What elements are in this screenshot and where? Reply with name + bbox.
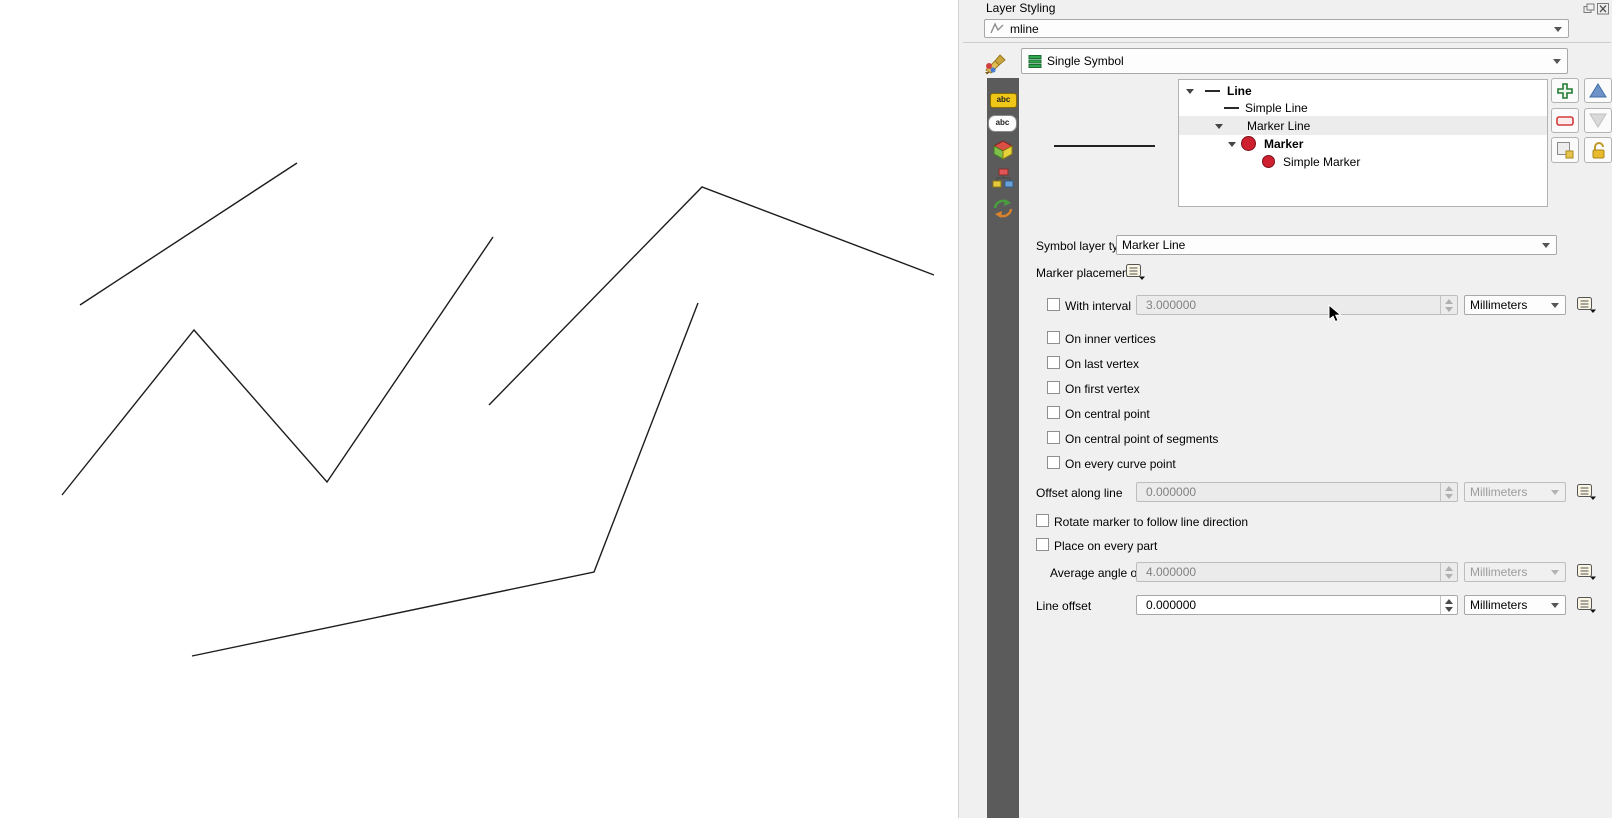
separator [963, 42, 1611, 43]
expander-icon[interactable] [1186, 89, 1194, 94]
renderer-selector[interactable]: Single Symbol [1021, 48, 1568, 74]
duplicate-symbol-layer-button[interactable] [1551, 137, 1579, 163]
map-line-feature [80, 163, 297, 305]
with-interval-unit-select[interactable]: Millimeters [1464, 295, 1566, 315]
lock-open-icon [1590, 142, 1607, 159]
line-offset-input[interactable]: 0.000000 [1136, 595, 1458, 615]
placement-data-defined-icon[interactable] [1122, 263, 1148, 281]
rotate-marker-checkbox[interactable] [1036, 514, 1049, 527]
spinner-buttons[interactable] [1440, 596, 1457, 614]
average-angle-data-defined-icon[interactable] [1573, 563, 1599, 581]
tree-row-simple-marker[interactable]: Simple Marker [1179, 153, 1547, 171]
offset-along-line-input[interactable]: 0.000000 [1136, 482, 1458, 502]
place-on-every-part-checkbox[interactable] [1036, 538, 1049, 551]
on-inner-vertices-checkbox[interactable] [1047, 331, 1060, 344]
marker-symbol-icon [1262, 155, 1275, 168]
line-symbol-icon [1224, 107, 1239, 109]
line-offset-unit-select[interactable]: Millimeters [1464, 595, 1566, 615]
average-angle-unit-select[interactable]: Millimeters [1464, 562, 1566, 582]
3d-view-icon[interactable] [992, 140, 1014, 165]
with-interval-label: With interval [1065, 299, 1131, 313]
expander-icon[interactable] [1215, 124, 1223, 129]
callouts-icon[interactable]: abc [988, 112, 1017, 132]
tree-row-line[interactable]: Line [1179, 82, 1547, 100]
tree-row-simple-line[interactable]: Simple Line [1179, 99, 1547, 117]
line-offset-data-defined-icon[interactable] [1573, 596, 1599, 614]
line-layer-icon [989, 22, 1005, 35]
symbol-layer-tree: Line Simple Line Marker Line Marker Simp… [1178, 79, 1548, 207]
on-central-point-label: On central point [1065, 407, 1150, 421]
minus-icon [1556, 116, 1574, 126]
map-line-feature [62, 237, 493, 495]
interval-data-defined-icon[interactable] [1573, 296, 1599, 314]
triangle-up-icon [1589, 83, 1607, 98]
diagrams-icon[interactable] [992, 168, 1014, 193]
tree-row-marker-line[interactable]: Marker Line [1179, 116, 1547, 135]
line-symbol-icon [1205, 90, 1220, 92]
qgis-window: { "window": { "title": "Layer Styling" }… [0, 0, 1612, 818]
plus-icon [1556, 82, 1574, 100]
on-first-vertex-checkbox[interactable] [1047, 381, 1060, 394]
rotate-marker-label: Rotate marker to follow line direction [1054, 515, 1248, 529]
chevron-down-icon [1551, 303, 1559, 308]
average-angle-over-input[interactable]: 4.000000 [1136, 562, 1458, 582]
mouse-cursor [1328, 304, 1342, 329]
map-canvas[interactable] [0, 0, 958, 818]
symbology-paintbrush-icon[interactable] [983, 51, 1009, 80]
panel-title: Layer Styling [986, 1, 1055, 15]
chevron-down-icon [1553, 59, 1561, 64]
marker-symbol-icon [1241, 136, 1256, 151]
expander-icon[interactable] [1228, 142, 1236, 147]
move-up-button[interactable] [1584, 78, 1612, 103]
place-on-every-part-label: Place on every part [1054, 539, 1157, 553]
on-every-curve-point-label: On every curve point [1065, 457, 1176, 471]
history-icon[interactable] [992, 198, 1014, 224]
offset-along-line-unit-select[interactable]: Millimeters [1464, 482, 1566, 502]
move-down-button[interactable] [1584, 108, 1612, 133]
layer-styling-panel: Layer Styling mline [958, 0, 1612, 818]
symbol-preview [1054, 145, 1155, 147]
on-first-vertex-label: On first vertex [1065, 382, 1140, 396]
close-icon[interactable] [1597, 2, 1610, 14]
duplicate-icon [1556, 141, 1574, 159]
with-interval-input[interactable]: 3.000000 [1136, 295, 1458, 315]
labels-icon[interactable]: abc [990, 89, 1017, 108]
map-line-feature [489, 187, 934, 405]
offset-along-line-label: Offset along line [1036, 486, 1123, 500]
triangle-down-icon [1589, 113, 1607, 128]
on-central-point-of-segments-label: On central point of segments [1065, 432, 1218, 446]
tree-row-marker[interactable]: Marker [1179, 135, 1547, 153]
offset-data-defined-icon[interactable] [1573, 483, 1599, 501]
on-last-vertex-label: On last vertex [1065, 357, 1139, 371]
map-line-feature [192, 303, 698, 656]
spinner-buttons[interactable] [1440, 296, 1457, 314]
on-inner-vertices-label: On inner vertices [1065, 332, 1156, 346]
spinner-buttons[interactable] [1440, 563, 1457, 581]
chevron-down-icon [1551, 570, 1559, 575]
with-interval-checkbox[interactable] [1047, 298, 1060, 311]
chevron-down-icon [1551, 603, 1559, 608]
remove-symbol-layer-button[interactable] [1551, 108, 1579, 133]
line-offset-label: Line offset [1036, 599, 1091, 613]
layer-name: mline [1005, 22, 1039, 36]
on-central-point-of-segments-checkbox[interactable] [1047, 431, 1060, 444]
add-symbol-layer-button[interactable] [1551, 78, 1579, 103]
marker-placement-label: Marker placement [1036, 266, 1132, 280]
single-symbol-icon [1028, 55, 1042, 68]
chevron-down-icon [1554, 27, 1562, 32]
undock-button[interactable] [1583, 2, 1596, 14]
chevron-down-icon [1542, 243, 1550, 248]
symbol-layer-type-select[interactable]: Marker Line [1116, 235, 1557, 255]
chevron-down-icon [1551, 490, 1559, 495]
renderer-name: Single Symbol [1042, 54, 1124, 68]
on-central-point-checkbox[interactable] [1047, 406, 1060, 419]
on-last-vertex-checkbox[interactable] [1047, 356, 1060, 369]
map-lines-svg [0, 0, 958, 818]
on-every-curve-point-checkbox[interactable] [1047, 456, 1060, 469]
spinner-buttons[interactable] [1440, 483, 1457, 501]
layer-selector[interactable]: mline [984, 19, 1569, 38]
lock-color-button[interactable] [1584, 137, 1612, 163]
